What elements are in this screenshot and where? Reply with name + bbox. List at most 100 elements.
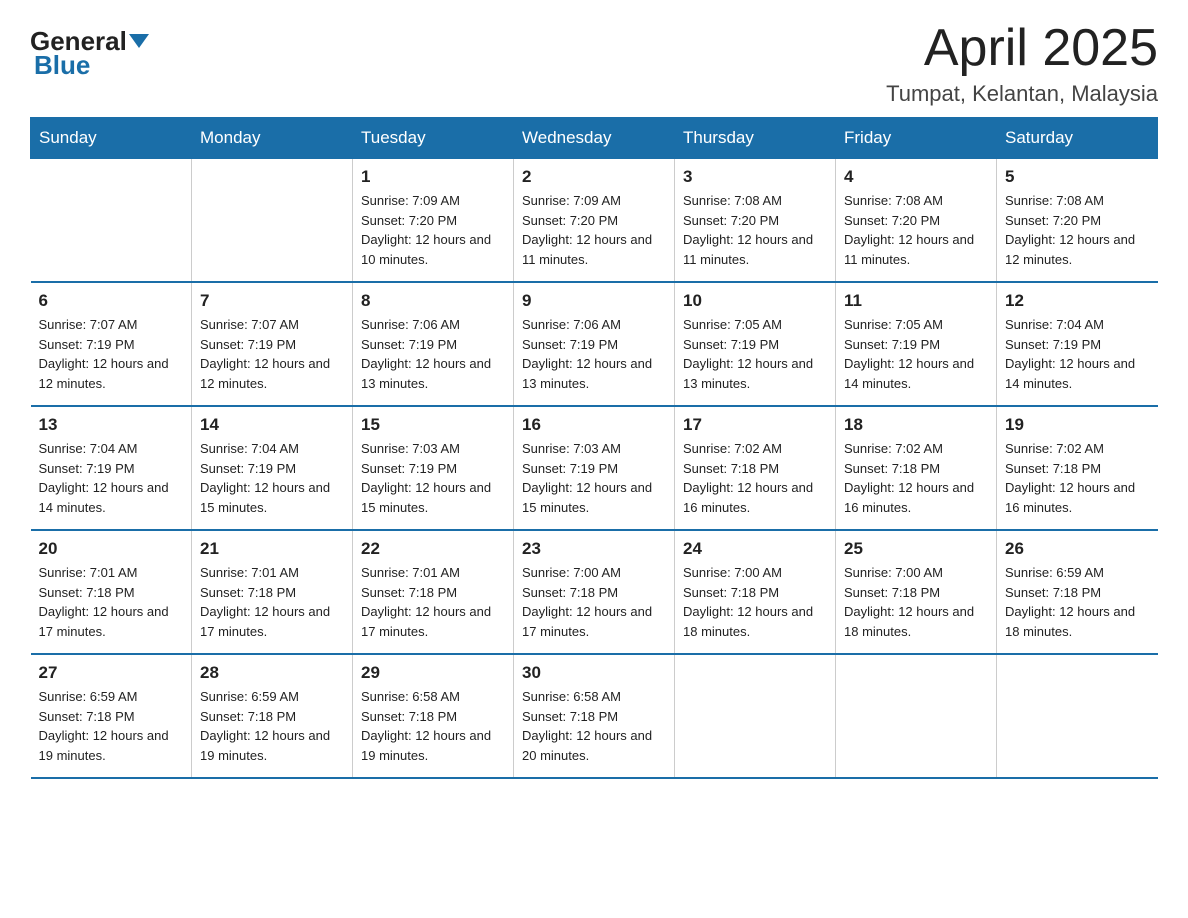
header-day-friday: Friday xyxy=(836,118,997,159)
header-day-thursday: Thursday xyxy=(675,118,836,159)
week-row-1: 1 Sunrise: 7:09 AMSunset: 7:20 PMDaylight… xyxy=(31,159,1158,283)
day-number: 11 xyxy=(844,291,988,311)
calendar-cell: 11 Sunrise: 7:05 AMSunset: 7:19 PMDayligh… xyxy=(836,282,997,406)
calendar-subtitle: Tumpat, Kelantan, Malaysia xyxy=(886,81,1158,107)
day-number: 7 xyxy=(200,291,344,311)
calendar-cell: 21 Sunrise: 7:01 AMSunset: 7:18 PMDayligh… xyxy=(192,530,353,654)
day-number: 29 xyxy=(361,663,505,683)
day-number: 22 xyxy=(361,539,505,559)
day-info: Sunrise: 7:00 AMSunset: 7:18 PMDaylight:… xyxy=(683,563,827,641)
day-number: 4 xyxy=(844,167,988,187)
day-info: Sunrise: 7:08 AMSunset: 7:20 PMDaylight:… xyxy=(844,191,988,269)
day-info: Sunrise: 7:09 AMSunset: 7:20 PMDaylight:… xyxy=(361,191,505,269)
day-number: 27 xyxy=(39,663,184,683)
day-info: Sunrise: 6:59 AMSunset: 7:18 PMDaylight:… xyxy=(39,687,184,765)
calendar-cell: 4 Sunrise: 7:08 AMSunset: 7:20 PMDaylight… xyxy=(836,159,997,283)
day-info: Sunrise: 6:59 AMSunset: 7:18 PMDaylight:… xyxy=(200,687,344,765)
calendar-cell: 18Sunrise: 7:02 AMSunset: 7:18 PMDayligh… xyxy=(836,406,997,530)
day-info: Sunrise: 7:08 AMSunset: 7:20 PMDaylight:… xyxy=(1005,191,1150,269)
calendar-header: SundayMondayTuesdayWednesdayThursdayFrid… xyxy=(31,118,1158,159)
day-number: 1 xyxy=(361,167,505,187)
day-info: Sunrise: 7:02 AMSunset: 7:18 PMDaylight:… xyxy=(683,439,827,517)
day-number: 14 xyxy=(200,415,344,435)
logo-blue-text: Blue xyxy=(30,50,90,81)
calendar-cell: 28 Sunrise: 6:59 AMSunset: 7:18 PMDayligh… xyxy=(192,654,353,778)
calendar-cell: 1 Sunrise: 7:09 AMSunset: 7:20 PMDaylight… xyxy=(353,159,514,283)
day-number: 19 xyxy=(1005,415,1150,435)
header-day-monday: Monday xyxy=(192,118,353,159)
day-info: Sunrise: 7:06 AMSunset: 7:19 PMDaylight:… xyxy=(522,315,666,393)
day-info: Sunrise: 7:05 AMSunset: 7:19 PMDaylight:… xyxy=(683,315,827,393)
day-number: 10 xyxy=(683,291,827,311)
day-info: Sunrise: 7:09 AMSunset: 7:20 PMDaylight:… xyxy=(522,191,666,269)
calendar-cell xyxy=(836,654,997,778)
day-info: Sunrise: 7:01 AMSunset: 7:18 PMDaylight:… xyxy=(39,563,184,641)
day-info: Sunrise: 7:01 AMSunset: 7:18 PMDaylight:… xyxy=(361,563,505,641)
calendar-cell: 23Sunrise: 7:00 AMSunset: 7:18 PMDayligh… xyxy=(514,530,675,654)
day-number: 26 xyxy=(1005,539,1150,559)
title-section: April 2025 Tumpat, Kelantan, Malaysia xyxy=(886,20,1158,107)
day-number: 30 xyxy=(522,663,666,683)
day-number: 15 xyxy=(361,415,505,435)
day-number: 6 xyxy=(39,291,184,311)
calendar-cell: 27 Sunrise: 6:59 AMSunset: 7:18 PMDayligh… xyxy=(31,654,192,778)
calendar-cell: 14 Sunrise: 7:04 AMSunset: 7:19 PMDayligh… xyxy=(192,406,353,530)
calendar-cell: 19Sunrise: 7:02 AMSunset: 7:18 PMDayligh… xyxy=(997,406,1158,530)
calendar-cell: 7 Sunrise: 7:07 AMSunset: 7:19 PMDaylight… xyxy=(192,282,353,406)
calendar-cell: 29Sunrise: 6:58 AMSunset: 7:18 PMDayligh… xyxy=(353,654,514,778)
day-number: 18 xyxy=(844,415,988,435)
calendar-cell: 17Sunrise: 7:02 AMSunset: 7:18 PMDayligh… xyxy=(675,406,836,530)
calendar-cell: 9Sunrise: 7:06 AMSunset: 7:19 PMDaylight… xyxy=(514,282,675,406)
day-info: Sunrise: 7:04 AMSunset: 7:19 PMDaylight:… xyxy=(200,439,344,517)
calendar-body: 1 Sunrise: 7:09 AMSunset: 7:20 PMDaylight… xyxy=(31,159,1158,779)
calendar-cell xyxy=(675,654,836,778)
day-info: Sunrise: 7:04 AMSunset: 7:19 PMDaylight:… xyxy=(1005,315,1150,393)
day-info: Sunrise: 7:01 AMSunset: 7:18 PMDaylight:… xyxy=(200,563,344,641)
header-day-tuesday: Tuesday xyxy=(353,118,514,159)
calendar-table: SundayMondayTuesdayWednesdayThursdayFrid… xyxy=(30,117,1158,779)
day-number: 25 xyxy=(844,539,988,559)
calendar-cell: 20 Sunrise: 7:01 AMSunset: 7:18 PMDayligh… xyxy=(31,530,192,654)
day-number: 28 xyxy=(200,663,344,683)
day-info: Sunrise: 7:07 AMSunset: 7:19 PMDaylight:… xyxy=(200,315,344,393)
calendar-cell: 16 Sunrise: 7:03 AMSunset: 7:19 PMDayligh… xyxy=(514,406,675,530)
calendar-cell: 2 Sunrise: 7:09 AMSunset: 7:20 PMDaylight… xyxy=(514,159,675,283)
day-info: Sunrise: 7:00 AMSunset: 7:18 PMDaylight:… xyxy=(844,563,988,641)
calendar-cell: 15 Sunrise: 7:03 AMSunset: 7:19 PMDayligh… xyxy=(353,406,514,530)
week-row-3: 13Sunrise: 7:04 AMSunset: 7:19 PMDayligh… xyxy=(31,406,1158,530)
day-info: Sunrise: 7:05 AMSunset: 7:19 PMDaylight:… xyxy=(844,315,988,393)
calendar-cell: 24 Sunrise: 7:00 AMSunset: 7:18 PMDayligh… xyxy=(675,530,836,654)
day-number: 21 xyxy=(200,539,344,559)
logo-arrow-icon xyxy=(129,34,149,48)
calendar-cell: 13Sunrise: 7:04 AMSunset: 7:19 PMDayligh… xyxy=(31,406,192,530)
week-row-4: 20 Sunrise: 7:01 AMSunset: 7:18 PMDayligh… xyxy=(31,530,1158,654)
calendar-cell xyxy=(192,159,353,283)
calendar-cell xyxy=(997,654,1158,778)
day-info: Sunrise: 7:00 AMSunset: 7:18 PMDaylight:… xyxy=(522,563,666,641)
day-number: 16 xyxy=(522,415,666,435)
day-number: 12 xyxy=(1005,291,1150,311)
logo: General Blue xyxy=(30,20,149,81)
calendar-cell: 22 Sunrise: 7:01 AMSunset: 7:18 PMDayligh… xyxy=(353,530,514,654)
calendar-cell: 26 Sunrise: 6:59 AMSunset: 7:18 PMDayligh… xyxy=(997,530,1158,654)
day-info: Sunrise: 7:03 AMSunset: 7:19 PMDaylight:… xyxy=(361,439,505,517)
calendar-cell: 10 Sunrise: 7:05 AMSunset: 7:19 PMDayligh… xyxy=(675,282,836,406)
header-day-sunday: Sunday xyxy=(31,118,192,159)
calendar-cell: 5 Sunrise: 7:08 AMSunset: 7:20 PMDaylight… xyxy=(997,159,1158,283)
header-row: SundayMondayTuesdayWednesdayThursdayFrid… xyxy=(31,118,1158,159)
day-number: 5 xyxy=(1005,167,1150,187)
day-number: 2 xyxy=(522,167,666,187)
calendar-title: April 2025 xyxy=(886,20,1158,77)
day-info: Sunrise: 7:08 AMSunset: 7:20 PMDaylight:… xyxy=(683,191,827,269)
day-info: Sunrise: 7:03 AMSunset: 7:19 PMDaylight:… xyxy=(522,439,666,517)
day-info: Sunrise: 6:59 AMSunset: 7:18 PMDaylight:… xyxy=(1005,563,1150,641)
day-number: 20 xyxy=(39,539,184,559)
header-day-saturday: Saturday xyxy=(997,118,1158,159)
day-number: 8 xyxy=(361,291,505,311)
calendar-cell: 6Sunrise: 7:07 AMSunset: 7:19 PMDaylight… xyxy=(31,282,192,406)
week-row-2: 6 Sunrise: 7:07 AMSunset: 7:19 PMDaylight… xyxy=(31,282,1158,406)
week-row-5: 27 Sunrise: 6:59 AMSunset: 7:18 PMDayligh… xyxy=(31,654,1158,778)
calendar-cell: 30Sunrise: 6:58 AMSunset: 7:18 PMDayligh… xyxy=(514,654,675,778)
day-number: 24 xyxy=(683,539,827,559)
calendar-cell: 8Sunrise: 7:06 AMSunset: 7:19 PMDaylight… xyxy=(353,282,514,406)
